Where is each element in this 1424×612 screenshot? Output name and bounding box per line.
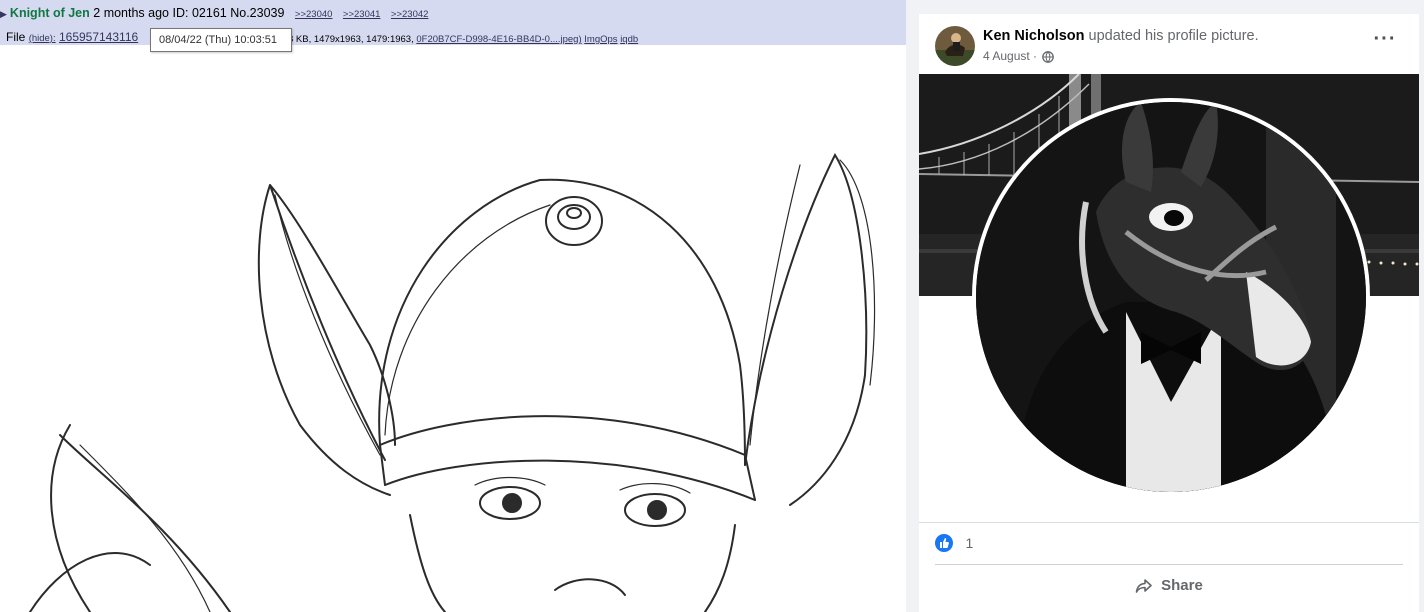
facebook-post-card: Ken Nicholson updated his profile pictur… — [919, 14, 1419, 612]
post-info-row: ▶ Knight of Jen 2 months ago ID: 02161 No… — [0, 6, 428, 20]
share-label: Share — [1161, 577, 1203, 594]
backlink[interactable]: >>23041 — [343, 9, 381, 20]
file-link[interactable]: 165957143116 — [59, 30, 138, 44]
post-image-sketch[interactable] — [0, 45, 906, 612]
right-ear-sketch — [744, 152, 868, 506]
date-tooltip: 08/04/22 (Thu) 10:03:51 — [150, 28, 292, 52]
post-date[interactable]: 4 August · — [983, 49, 1037, 63]
profile-photo[interactable] — [919, 74, 1419, 519]
reaction-summary[interactable]: 1 — [935, 534, 973, 554]
author-name[interactable]: Ken Nicholson — [983, 28, 1085, 44]
share-button[interactable]: Share — [935, 570, 1403, 602]
post-header: ▶ Knight of Jen 2 months ago ID: 02161 No… — [0, 0, 906, 45]
left-ear-sketch — [269, 184, 396, 461]
like-count[interactable]: 1 — [965, 535, 973, 551]
original-filename[interactable]: 0F20B7CF-D998-4E16-BB4D-0....jpeg) — [416, 34, 581, 45]
imageboard-post: ▶ Knight of Jen 2 months ago ID: 02161 No… — [0, 0, 906, 612]
backlink[interactable]: >>23040 — [295, 9, 333, 20]
helmet-sketch — [378, 178, 746, 466]
profile-picture-circle[interactable] — [972, 98, 1370, 496]
globe-icon — [1042, 50, 1055, 63]
imgops-link[interactable]: ImgOps — [584, 34, 617, 45]
hair-sketch — [50, 424, 91, 612]
poster-name: Knight of Jen — [9, 6, 90, 20]
divider — [919, 522, 1419, 523]
post-number[interactable]: No.23039 — [230, 6, 284, 20]
file-info-row: File (hide): 165957143116 — [6, 30, 138, 44]
divider — [935, 564, 1403, 565]
post-header-text: Ken Nicholson updated his profile pictur… — [983, 28, 1259, 44]
expand-triangle-icon[interactable]: ▶ — [0, 9, 7, 20]
iqdb-link[interactable]: iqdb — [620, 34, 638, 45]
post-action: updated his profile picture. — [1088, 28, 1259, 44]
poster-id-label: ID: — [172, 6, 189, 20]
file-label: File — [6, 30, 26, 44]
backlink[interactable]: >>23042 — [391, 9, 429, 20]
hide-link[interactable]: (hide): — [29, 33, 56, 44]
avatar[interactable] — [935, 26, 975, 66]
share-icon — [1135, 579, 1152, 593]
poster-id[interactable]: 02161 — [192, 6, 227, 20]
facebook-feed: Ken Nicholson updated his profile pictur… — [906, 0, 1424, 612]
post-age: 2 months ago — [93, 6, 170, 20]
file-size-dims: 8 KB, 1479x1963, 1479:1963, — [288, 34, 414, 45]
like-icon — [935, 534, 953, 552]
post-timestamp: 4 August · — [983, 49, 1055, 63]
file-meta: 8 KB, 1479x1963, 1479:1963, 0F20B7CF-D99… — [288, 34, 638, 45]
more-icon[interactable]: ··· — [1367, 29, 1403, 56]
